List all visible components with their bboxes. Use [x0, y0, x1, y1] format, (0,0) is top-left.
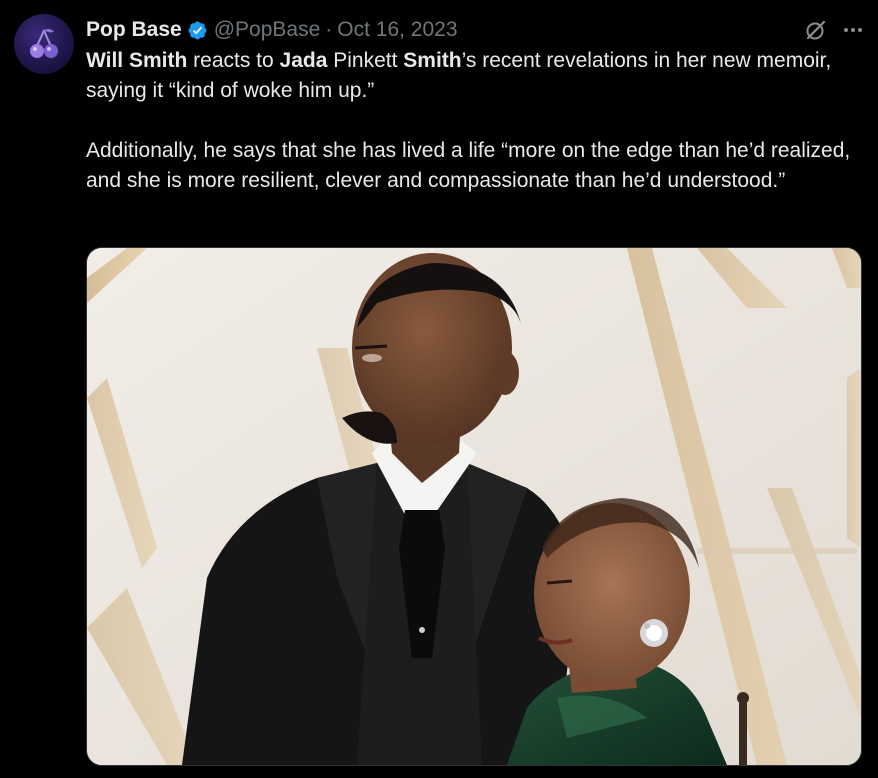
tweet-paragraph-2: Additionally, he says that she has lived…	[86, 139, 851, 192]
grok-icon[interactable]	[804, 18, 828, 42]
author-name[interactable]: Pop Base	[86, 18, 182, 42]
tweet-text: Will Smith reacts to Jada Pinkett Smith’…	[86, 46, 856, 196]
avatar[interactable]	[14, 14, 74, 74]
text-fragment: Pinkett	[327, 49, 404, 72]
text-fragment: reacts to	[187, 49, 280, 72]
mention-jada: Jada	[279, 49, 328, 72]
author-handle[interactable]: @PopBase	[214, 18, 321, 42]
tweet-paragraph-1: Will Smith reacts to Jada Pinkett Smith’…	[86, 46, 856, 106]
tweet-date[interactable]: Oct 16, 2023	[337, 18, 457, 42]
separator-dot: ·	[325, 18, 333, 41]
mention-smith: Smith	[403, 49, 462, 72]
tweet-header: Pop Base @PopBase · Oct 16, 2023	[86, 14, 864, 46]
more-icon[interactable]	[842, 19, 864, 41]
tweet[interactable]: Pop Base @PopBase · Oct 16, 2023 Will Sm…	[0, 0, 878, 778]
tweet-photo[interactable]	[86, 247, 862, 766]
header-actions	[804, 18, 864, 42]
cherry-logo-icon	[30, 28, 58, 58]
verified-badge-icon	[187, 20, 208, 41]
mention-will-smith: Will Smith	[86, 49, 188, 72]
